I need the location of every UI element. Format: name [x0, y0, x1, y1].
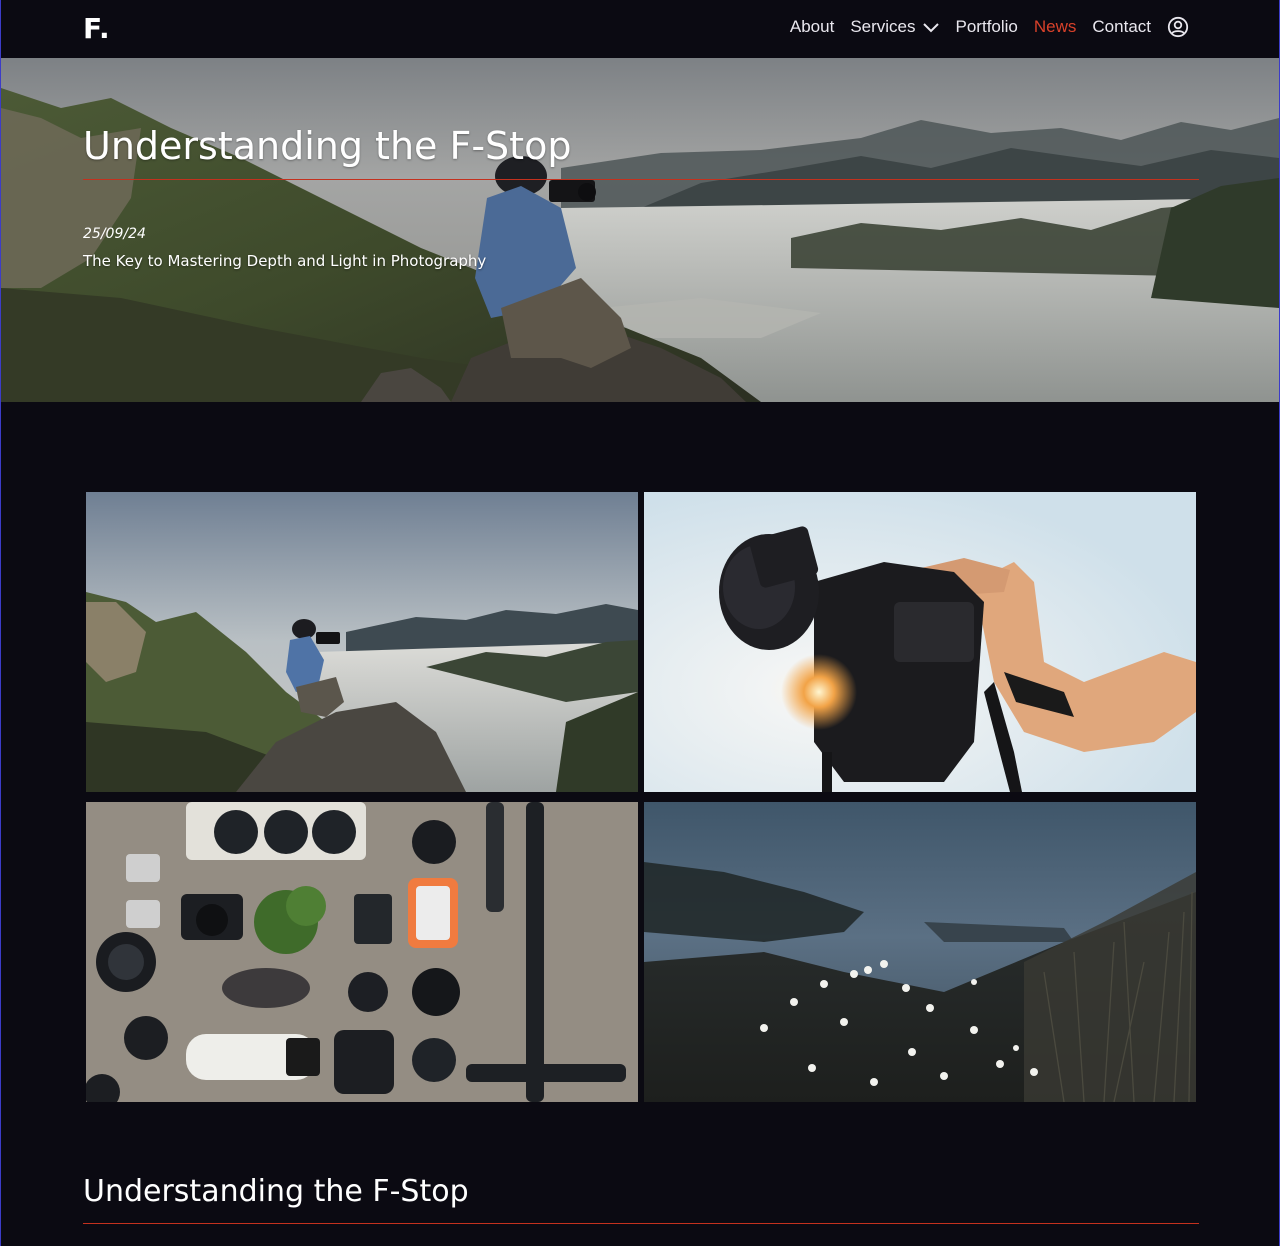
hero-divider: [83, 179, 1199, 180]
nav-link-contact[interactable]: Contact: [1092, 17, 1151, 37]
nav-menu: About Services Portfolio News Contact: [790, 16, 1189, 38]
nav-link-about[interactable]: About: [790, 17, 834, 37]
nav-link-services-label: Services: [850, 17, 916, 36]
nav-link-portfolio[interactable]: Portfolio: [956, 17, 1018, 37]
hero-background-image: [1, 58, 1279, 402]
page: F. About Services Portfolio News Contact: [0, 0, 1280, 1246]
hero-subtitle: The Key to Mastering Depth and Light in …: [83, 252, 487, 270]
gallery-image-camera-gear[interactable]: [86, 802, 638, 1102]
camera-gear-image: [86, 802, 638, 1102]
article-divider: [83, 1223, 1199, 1224]
gallery-image-camera-sunlight[interactable]: [644, 492, 1196, 792]
nav-link-services[interactable]: Services: [850, 17, 939, 37]
gallery-image-mountain-photographer[interactable]: [86, 492, 638, 792]
nav-link-news[interactable]: News: [1034, 17, 1077, 37]
wildflowers-sea-image: [644, 802, 1196, 1102]
site-logo[interactable]: F.: [83, 12, 111, 45]
top-navbar: F. About Services Portfolio News Contact: [1, 0, 1279, 58]
image-gallery: [86, 492, 1196, 1102]
article-title: Understanding the F-Stop: [83, 1174, 469, 1209]
user-circle-icon[interactable]: [1167, 16, 1189, 38]
hero-title: Understanding the F-Stop: [83, 124, 572, 168]
mountain-photographer-image: [86, 492, 638, 792]
post-date: 25/09/24: [83, 226, 146, 242]
gallery-image-wildflowers-sea[interactable]: [644, 802, 1196, 1102]
camera-sunlight-image: [644, 492, 1196, 792]
chevron-down-icon: [922, 23, 939, 33]
hero-banner: Understanding the F-Stop 25/09/24 The Ke…: [1, 58, 1279, 402]
